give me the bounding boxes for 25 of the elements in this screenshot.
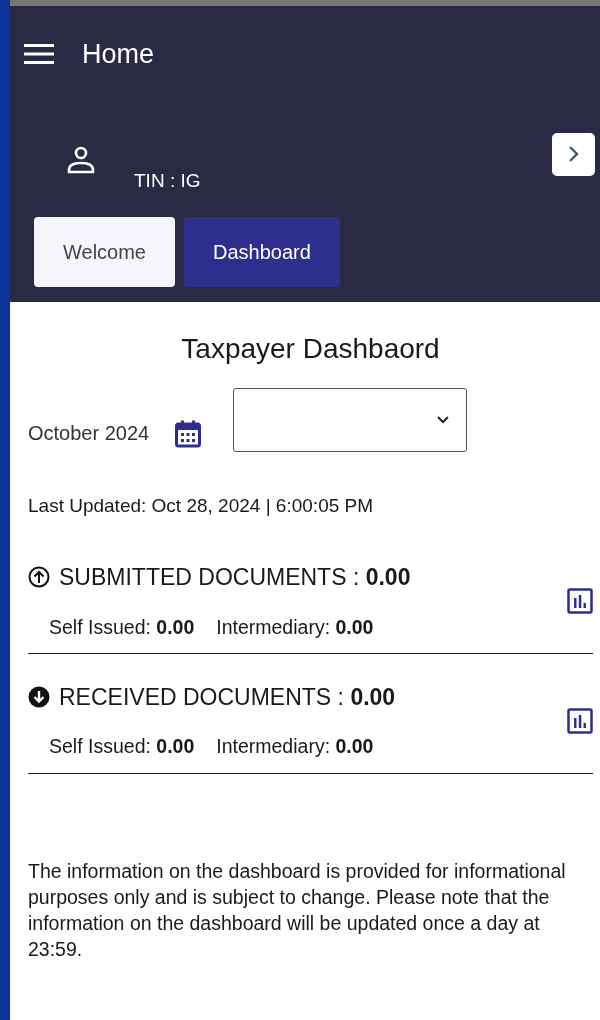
user-icon — [66, 144, 96, 175]
tab[interactable]: Dashboard — [184, 216, 340, 287]
period-dropdown[interactable] — [233, 387, 468, 452]
chevron-right-icon — [567, 145, 580, 163]
intermediary-text: Intermediary: 0.00 — [216, 614, 374, 640]
calendar-icon[interactable] — [175, 419, 202, 448]
self-issued-text: Self Issued: 0.00 — [49, 614, 195, 640]
arrow-down-circle-icon — [28, 686, 50, 708]
bar-chart-icon[interactable] — [567, 707, 593, 734]
tin-label: TIN : IG — [134, 168, 201, 193]
period-label: October 2024 — [28, 420, 150, 446]
intermediary-text: Intermediary: 0.00 — [216, 734, 374, 760]
tab[interactable]: Welcome — [34, 216, 175, 287]
self-issued-text: Self Issued: 0.00 — [49, 734, 195, 760]
chevron-down-icon — [436, 415, 451, 424]
next-button[interactable] — [552, 132, 595, 176]
dashboard-title: Taxpayer Dashbaord — [180, 331, 441, 366]
section-heading: RECEIVED DOCUMENTS : 0.00 — [59, 682, 396, 712]
section-heading: SUBMITTED DOCUMENTS : 0.00 — [59, 563, 411, 592]
page-title: Home — [82, 38, 155, 71]
arrow-up-circle-icon — [28, 566, 50, 589]
bar-chart-icon[interactable] — [567, 587, 593, 614]
menu-icon[interactable] — [24, 44, 54, 65]
last-updated-text: Last Updated: Oct 28, 2024 | 6:00:05 PM — [28, 493, 375, 518]
disclaimer-text: The information on the dashboard is provided for informational purposes only and is subject to change. Please note that the information on the dashboard will be updated once a day at 23:59. — [28, 858, 567, 962]
